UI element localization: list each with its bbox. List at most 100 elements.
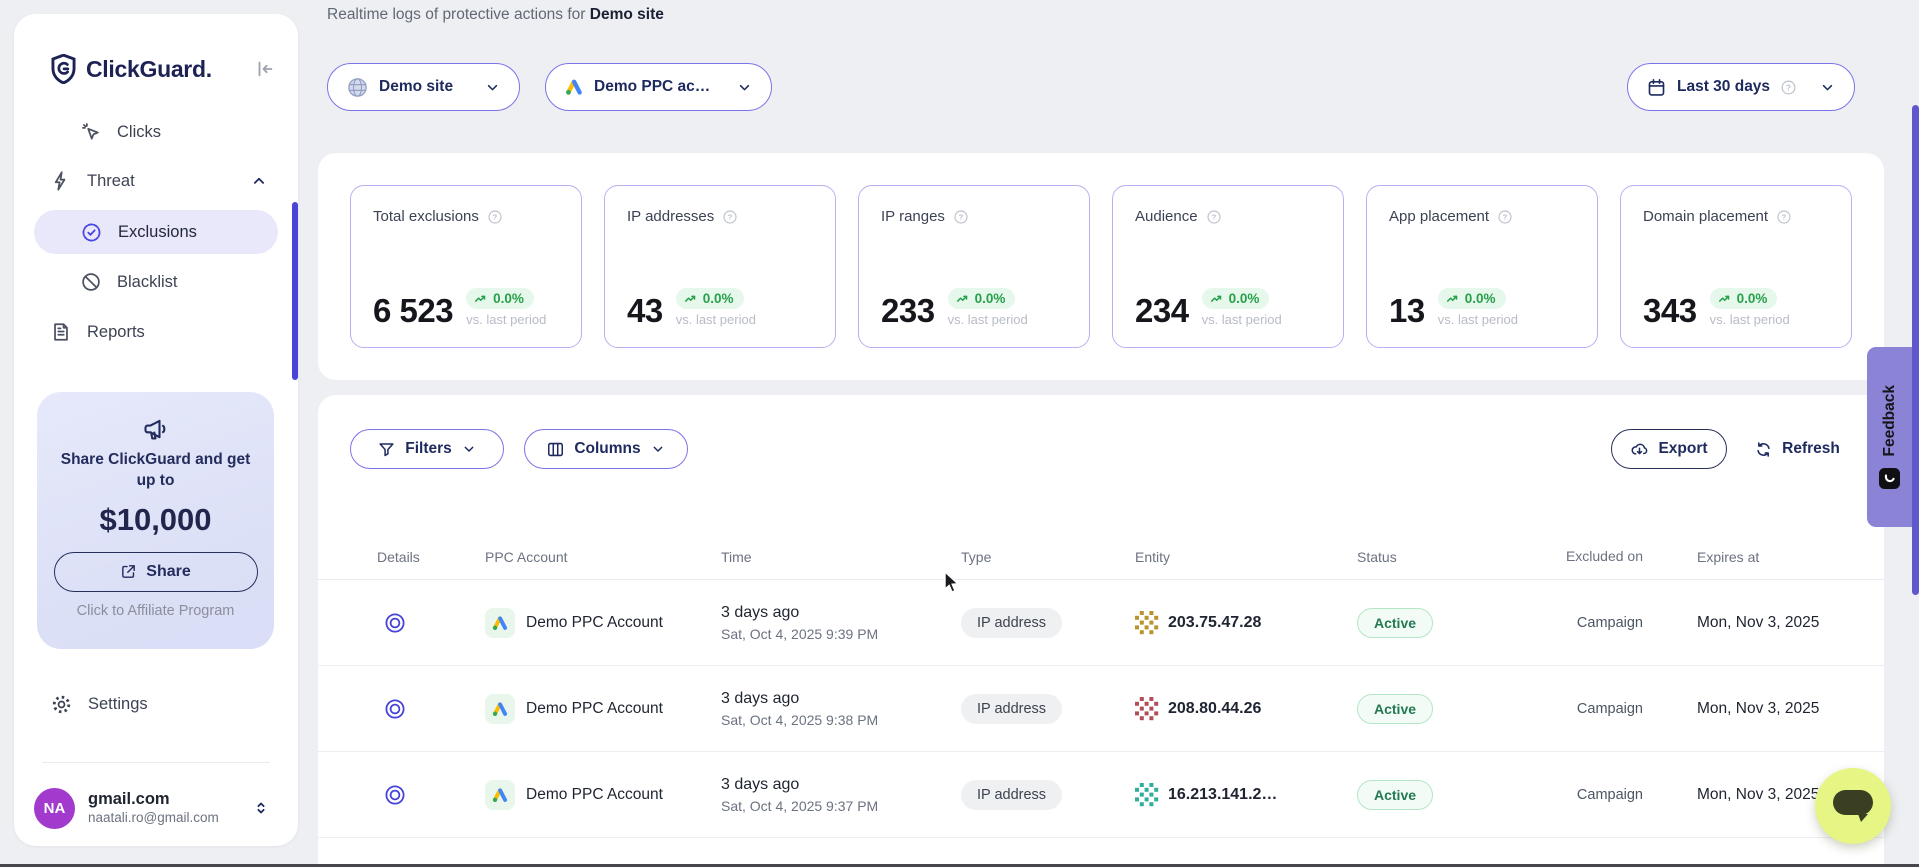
sidebar-item-label: Clicks — [117, 123, 161, 142]
col-header-details: Details — [377, 549, 485, 565]
chevron-down-icon — [461, 441, 477, 457]
promo-title: Share ClickGuard and get up to — [37, 450, 274, 492]
share-button-label: Share — [146, 563, 190, 581]
filters-button[interactable]: Filters — [350, 429, 504, 469]
cursor-click-icon — [80, 121, 102, 143]
sidebar-item-label: Exclusions — [118, 223, 197, 242]
time-relative: 3 days ago — [721, 604, 961, 622]
view-details-icon[interactable] — [383, 697, 485, 721]
stat-value: 43 — [627, 294, 663, 327]
chat-launcher-button[interactable] — [1815, 768, 1891, 844]
col-header-excluded-on: Excluded on — [1557, 548, 1697, 566]
globe-icon — [346, 76, 369, 99]
identicon — [1135, 783, 1159, 807]
refresh-button[interactable]: Refresh — [1745, 429, 1849, 469]
site-selector[interactable]: Demo site — [327, 63, 520, 111]
help-icon[interactable] — [722, 209, 738, 225]
delta-badge: 0.0% — [1202, 288, 1270, 309]
table-row[interactable]: Demo PPC Account 3 days ago Sat, Oct 4, 2… — [318, 666, 1884, 752]
identicon — [1135, 611, 1159, 635]
stat-caption: vs. last period — [466, 312, 546, 327]
columns-button[interactable]: Columns — [524, 429, 688, 469]
stat-value: 13 — [1389, 294, 1425, 327]
share-button[interactable]: Share — [54, 552, 258, 592]
export-button[interactable]: Export — [1611, 429, 1727, 469]
identicon — [1135, 697, 1159, 721]
page-scrollbar-thumb[interactable] — [1912, 105, 1919, 595]
feedback-label: Feedback — [1881, 385, 1899, 457]
ppc-account-name: Demo PPC Account — [526, 786, 663, 804]
sidebar-item-threat[interactable]: Threat — [14, 159, 298, 203]
account-switcher[interactable]: NA gmail.com naatali.ro@gmail.com — [34, 784, 284, 832]
stat-title: Audience — [1135, 208, 1198, 225]
refresh-icon — [1754, 440, 1773, 459]
stat-value: 234 — [1135, 294, 1189, 327]
columns-label: Columns — [574, 440, 640, 458]
table-row[interactable]: Demo PPC Account 3 days agoSat, Oct 4, 2… — [318, 752, 1884, 838]
chat-bubble-icon — [1832, 788, 1874, 824]
ppc-account-selector[interactable]: Demo PPC ac… — [545, 63, 772, 111]
columns-icon — [546, 440, 565, 459]
funnel-icon — [377, 440, 396, 459]
sidebar-item-reports[interactable]: Reports — [14, 310, 298, 354]
feedback-tab[interactable]: Feedback — [1867, 347, 1912, 527]
chevron-up-icon — [250, 172, 268, 190]
entity-value: 208.80.44.26 — [1168, 700, 1261, 718]
table-body: Demo PPC Account 3 days ago Sat, Oct 4, 2… — [318, 580, 1884, 867]
time-absolute: Sat, Oct 4, 2025 9:39 PM — [721, 626, 961, 642]
entity-value: 16.213.141.2… — [1168, 786, 1277, 804]
trend-up-icon — [1718, 292, 1732, 306]
stat-card-app-placement: App placement 13 0.0%vs. last period — [1366, 185, 1598, 348]
status-badge: Active — [1357, 780, 1433, 810]
sidebar-item-clicks[interactable]: Clicks — [14, 110, 298, 154]
help-icon[interactable] — [487, 209, 503, 225]
page-subtitle: Realtime logs of protective actions for … — [327, 6, 664, 24]
time-absolute: Sat, Oct 4, 2025 9:38 PM — [721, 712, 961, 728]
ppc-account-selector-value: Demo PPC ac… — [594, 78, 710, 96]
time-relative: 3 days ago — [721, 776, 961, 794]
type-badge: IP address — [961, 780, 1062, 810]
entity-value: 203.75.47.28 — [1168, 614, 1261, 632]
google-ads-icon — [485, 608, 515, 638]
sidebar-item-settings[interactable]: Settings — [14, 682, 298, 726]
ban-icon — [80, 271, 102, 293]
help-icon[interactable] — [953, 209, 969, 225]
type-badge: IP address — [961, 608, 1062, 638]
ppc-account-name: Demo PPC Account — [526, 700, 663, 718]
help-icon[interactable] — [1206, 209, 1222, 225]
date-range-selector[interactable]: Last 30 days — [1627, 63, 1855, 111]
stat-title: IP addresses — [627, 208, 714, 225]
date-range-value: Last 30 days — [1677, 78, 1770, 96]
sidebar-item-blacklist[interactable]: Blacklist — [14, 260, 298, 304]
stat-caption: vs. last period — [676, 312, 756, 327]
view-details-icon[interactable] — [383, 611, 485, 635]
col-header-expires-at: Expires at — [1697, 549, 1884, 565]
sidebar-collapse-icon[interactable] — [254, 58, 276, 80]
affiliate-promo-card: Share ClickGuard and get up to $10,000 S… — [37, 392, 274, 649]
time-relative: 3 days ago — [721, 690, 961, 708]
affiliate-link[interactable]: Click to Affiliate Program — [37, 603, 274, 619]
excluded-on-value: Campaign — [1557, 787, 1697, 803]
sidebar: ClickGuard. Clicks Threat — [14, 14, 298, 846]
sidebar-item-exclusions[interactable]: Exclusions — [34, 210, 278, 254]
subtitle-site-name: Demo site — [590, 6, 664, 23]
help-icon[interactable] — [1776, 209, 1792, 225]
stats-panel: Total exclusions 6 523 0.0%vs. last peri… — [318, 153, 1884, 380]
user-email: naatali.ro@gmail.com — [88, 810, 219, 827]
chevron-down-icon — [736, 79, 753, 96]
view-details-icon[interactable] — [383, 783, 485, 807]
sidebar-scrollbar-thumb[interactable] — [292, 202, 298, 380]
filters-label: Filters — [405, 440, 452, 458]
table-row[interactable]: Demo PPC Account 3 days agoSat, Oct 4, 2… — [318, 580, 1884, 666]
table-row-partial[interactable]: 3 days ago — [318, 838, 1884, 867]
stat-title: Total exclusions — [373, 208, 479, 225]
stat-value: 233 — [881, 294, 935, 327]
trend-up-icon — [474, 292, 488, 306]
exclusions-table-panel: Filters Columns Export Refresh Details P… — [318, 395, 1884, 867]
table-header-row: Details PPC Account Time Type Entity Sta… — [318, 535, 1884, 580]
help-icon[interactable] — [1497, 209, 1513, 225]
chevron-updown-icon — [252, 799, 270, 817]
lightning-icon — [50, 170, 72, 192]
delta-badge: 0.0% — [1710, 288, 1778, 309]
col-header-entity: Entity — [1135, 549, 1357, 565]
